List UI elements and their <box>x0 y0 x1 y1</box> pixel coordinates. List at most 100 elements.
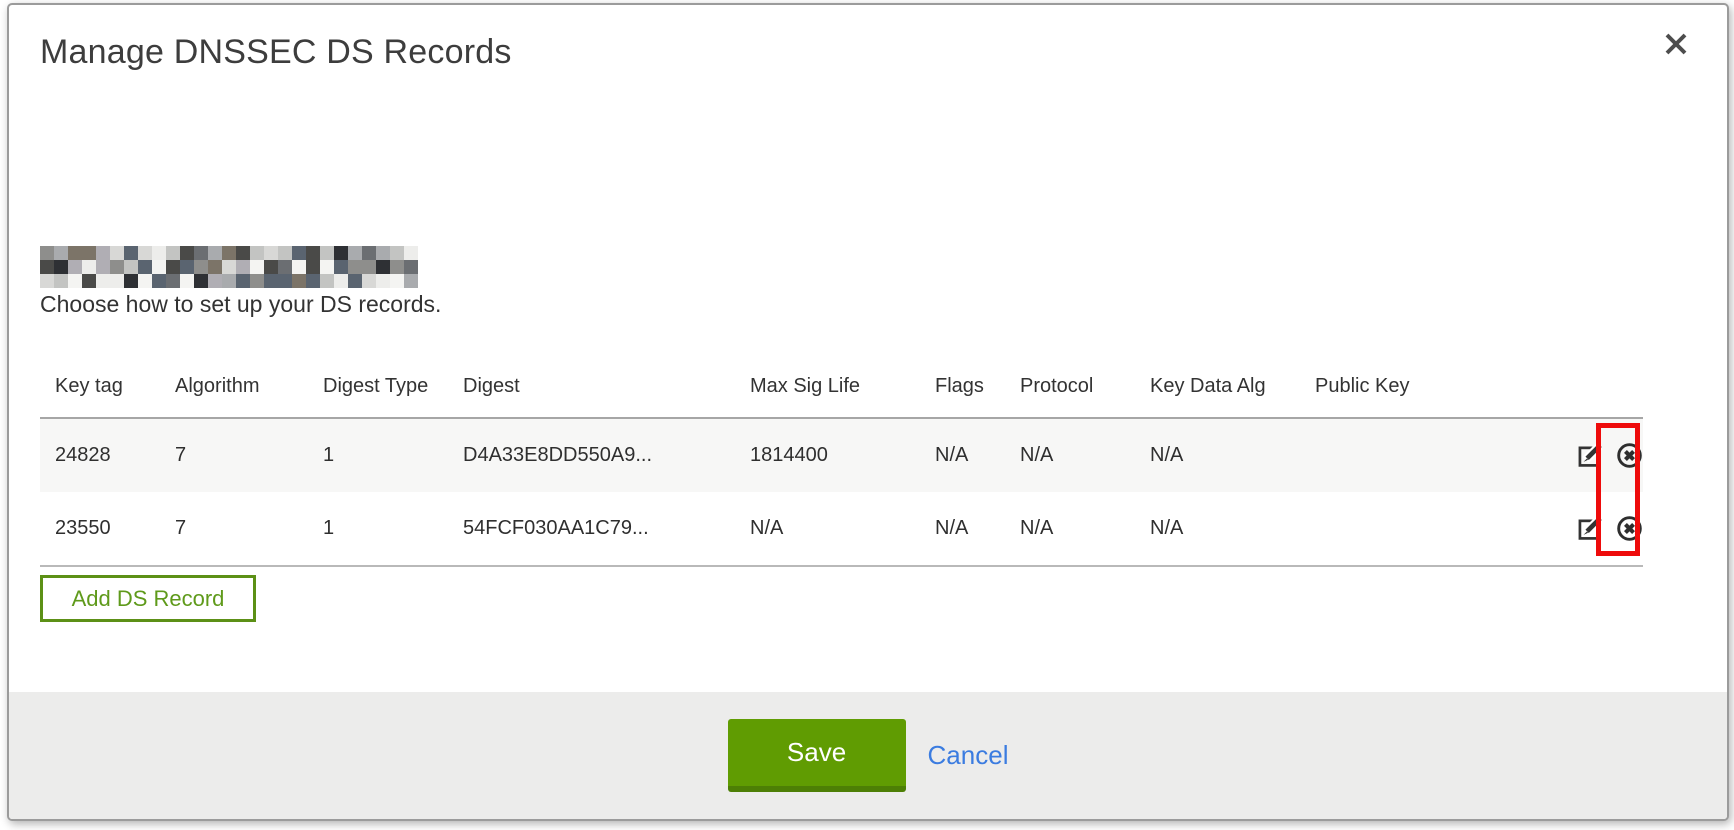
save-button[interactable]: Save <box>728 719 906 792</box>
cell-key-data-alg: N/A <box>1150 492 1315 566</box>
redacted-pixel <box>208 260 222 274</box>
cell-actions <box>1465 492 1643 566</box>
redacted-pixel <box>40 260 54 274</box>
redacted-pixel <box>208 246 222 260</box>
redacted-pixel <box>292 260 306 274</box>
cell-flags: N/A <box>935 492 1020 566</box>
redacted-pixel <box>362 260 376 274</box>
dialog-title: Manage DNSSEC DS Records <box>40 33 512 72</box>
redacted-pixel <box>68 246 82 260</box>
redacted-pixel <box>348 274 362 288</box>
table-row: 23550 7 1 54FCF030AA1C79... N/A N/A N/A … <box>40 492 1643 566</box>
redacted-pixel <box>96 274 110 288</box>
cell-algorithm: 7 <box>175 418 323 492</box>
redacted-pixel <box>278 246 292 260</box>
col-header-algorithm: Algorithm <box>175 356 323 418</box>
col-header-key-tag: Key tag <box>40 356 175 418</box>
redacted-pixel <box>278 274 292 288</box>
delete-record-icon[interactable] <box>1616 515 1643 542</box>
redacted-pixel <box>306 274 320 288</box>
redacted-pixel <box>166 274 180 288</box>
redacted-pixel <box>82 246 96 260</box>
redacted-pixel <box>250 274 264 288</box>
redacted-pixel <box>54 260 68 274</box>
col-header-key-data-alg: Key Data Alg <box>1150 356 1315 418</box>
cell-protocol: N/A <box>1020 418 1150 492</box>
redacted-pixel <box>236 260 250 274</box>
col-header-protocol: Protocol <box>1020 356 1150 418</box>
redacted-pixel <box>40 246 54 260</box>
redacted-pixel <box>138 274 152 288</box>
redacted-pixel <box>194 260 208 274</box>
table-header-row: Key tag Algorithm Digest Type Digest Max… <box>40 356 1643 418</box>
redacted-pixel <box>82 274 96 288</box>
manage-dnssec-dialog: Manage DNSSEC DS Records Choose how to s… <box>7 3 1729 821</box>
redacted-pixel <box>222 274 236 288</box>
cell-public-key <box>1315 418 1465 492</box>
redacted-pixel <box>82 260 96 274</box>
delete-record-icon[interactable] <box>1616 442 1643 469</box>
cell-key-tag: 24828 <box>40 418 175 492</box>
redacted-pixel <box>250 246 264 260</box>
redacted-pixel <box>194 246 208 260</box>
redacted-pixel <box>96 260 110 274</box>
redacted-pixel <box>376 274 390 288</box>
add-ds-record-button[interactable]: Add DS Record <box>40 575 256 622</box>
redacted-pixel <box>278 260 292 274</box>
cell-protocol: N/A <box>1020 492 1150 566</box>
redacted-pixel <box>390 274 404 288</box>
redacted-pixel <box>250 260 264 274</box>
redacted-pixel <box>404 246 418 260</box>
redacted-pixel <box>180 246 194 260</box>
redacted-pixel <box>376 246 390 260</box>
redacted-pixel <box>348 260 362 274</box>
redacted-pixel <box>110 274 124 288</box>
redacted-pixel <box>236 274 250 288</box>
redacted-pixel <box>54 246 68 260</box>
cell-max-sig-life: N/A <box>750 492 935 566</box>
col-header-actions <box>1465 356 1643 418</box>
close-icon[interactable] <box>1661 29 1691 59</box>
redacted-pixel <box>320 260 334 274</box>
redacted-pixel <box>222 260 236 274</box>
redacted-pixel <box>264 260 278 274</box>
redacted-pixel <box>390 246 404 260</box>
redacted-pixel <box>180 274 194 288</box>
redacted-pixel <box>40 274 54 288</box>
redacted-pixel <box>334 260 348 274</box>
col-header-public-key: Public Key <box>1315 356 1465 418</box>
edit-record-icon[interactable] <box>1577 442 1604 469</box>
redacted-pixel <box>68 260 82 274</box>
redacted-pixel <box>376 260 390 274</box>
redacted-pixel <box>320 274 334 288</box>
table-row: 24828 7 1 D4A33E8DD550A9... 1814400 N/A … <box>40 418 1643 492</box>
redacted-pixel <box>138 260 152 274</box>
ds-records-table: Key tag Algorithm Digest Type Digest Max… <box>40 356 1643 567</box>
redacted-pixel <box>404 274 418 288</box>
redacted-pixel <box>124 246 138 260</box>
cell-digest-type: 1 <box>323 418 463 492</box>
cell-max-sig-life: 1814400 <box>750 418 935 492</box>
redacted-pixel <box>236 246 250 260</box>
redacted-pixel <box>152 274 166 288</box>
edit-record-icon[interactable] <box>1577 515 1604 542</box>
redacted-pixel <box>180 260 194 274</box>
redacted-pixel <box>194 274 208 288</box>
redacted-pixel <box>110 246 124 260</box>
redacted-pixel <box>208 274 222 288</box>
col-header-flags: Flags <box>935 356 1020 418</box>
cell-digest-type: 1 <box>323 492 463 566</box>
redacted-pixel <box>362 274 376 288</box>
cell-key-data-alg: N/A <box>1150 418 1315 492</box>
redacted-pixel <box>292 246 306 260</box>
dialog-footer: Save Cancel <box>9 692 1727 819</box>
redacted-pixel <box>362 246 376 260</box>
redacted-pixel <box>222 246 236 260</box>
cancel-link[interactable]: Cancel <box>928 740 1009 771</box>
col-header-digest: Digest <box>463 356 750 418</box>
redacted-pixel <box>166 260 180 274</box>
redacted-pixel <box>334 274 348 288</box>
redacted-pixel <box>292 274 306 288</box>
redacted-pixel <box>152 260 166 274</box>
cell-digest: 54FCF030AA1C79... <box>463 492 750 566</box>
